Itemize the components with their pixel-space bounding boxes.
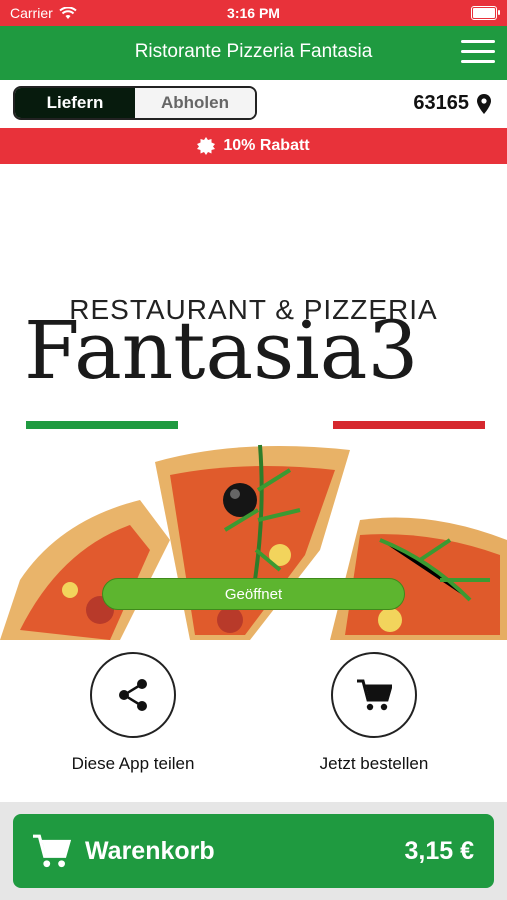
open-status-button[interactable]: Geöffnet <box>102 578 405 610</box>
logo-stripe-green <box>26 421 178 429</box>
location-selector[interactable]: 63165 <box>413 92 491 115</box>
promo-banner[interactable]: 10% Rabatt <box>0 128 507 164</box>
delivery-toolbar: Liefern Abholen 63165 <box>0 80 507 128</box>
logo-stripe-red <box>333 421 485 429</box>
tab-liefern[interactable]: Liefern <box>15 88 135 118</box>
share-icon <box>119 679 147 711</box>
discount-badge-icon <box>197 137 216 155</box>
cart-label: Warenkorb <box>85 836 215 865</box>
cart-button[interactable]: Warenkorb 3,15 € <box>13 814 494 888</box>
map-pin-icon <box>477 93 491 114</box>
logo-title: Fantasia3 <box>24 304 419 397</box>
shopping-cart-icon <box>357 679 392 711</box>
zip-code: 63165 <box>413 92 469 114</box>
bottom-bar: Warenkorb 3,15 € <box>0 802 507 900</box>
quick-actions: Diese App teilen Jetzt bestellen <box>0 640 507 802</box>
hero-banner: RESTAURANT & PIZZERIA Fantasia3 Geöffnet <box>0 164 507 640</box>
order-action: Jetzt bestellen <box>274 652 474 774</box>
cart-icon <box>33 834 71 868</box>
app-header: Ristorante Pizzeria Fantasia <box>0 26 507 80</box>
delivery-mode-toggle: Liefern Abholen <box>13 86 257 120</box>
tab-abholen[interactable]: Abholen <box>135 88 255 118</box>
status-bar: Carrier 3:16 PM <box>0 0 507 26</box>
battery-icon <box>471 6 500 20</box>
order-now-button[interactable] <box>331 652 417 738</box>
cart-total: 3,15 € <box>404 836 474 865</box>
hamburger-menu-icon[interactable] <box>461 40 495 66</box>
order-label: Jetzt bestellen <box>319 754 429 773</box>
page-title: Ristorante Pizzeria Fantasia <box>134 41 373 62</box>
share-app-button[interactable] <box>90 652 176 738</box>
share-action: Diese App teilen <box>33 652 233 774</box>
status-time: 3:16 PM <box>227 5 280 21</box>
share-label: Diese App teilen <box>71 754 195 773</box>
promo-text: 10% Rabatt <box>223 137 310 154</box>
